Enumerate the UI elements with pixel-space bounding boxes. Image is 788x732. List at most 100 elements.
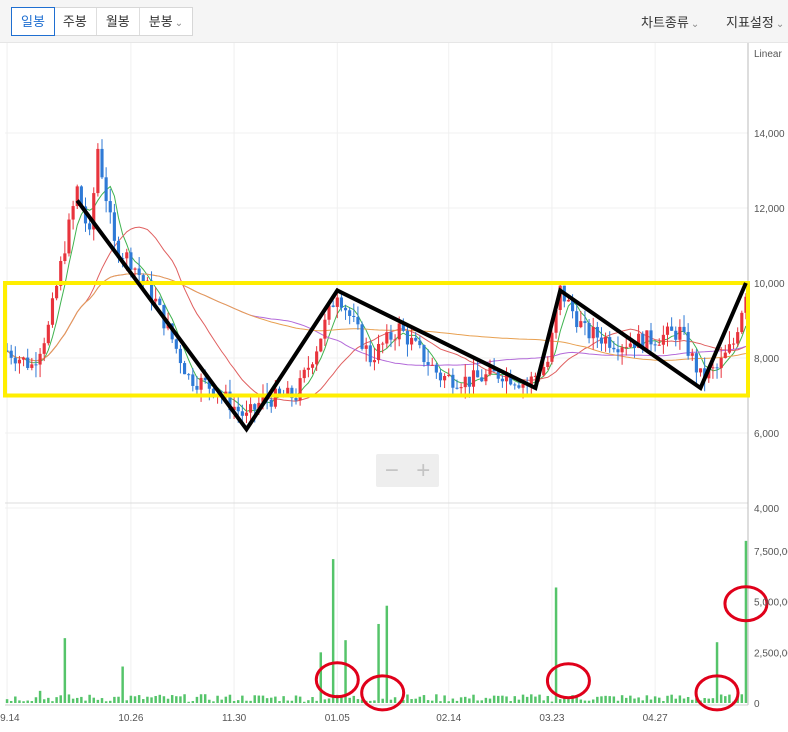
volume-bar (195, 696, 199, 703)
volume-bar (290, 700, 294, 703)
candle-body (694, 353, 698, 373)
volume-bar (327, 698, 331, 703)
volume-bar (146, 696, 149, 703)
candle-body (517, 385, 521, 388)
candle (17, 355, 22, 374)
volume-bar (232, 701, 236, 703)
chart-type-dropdown[interactable]: 차트종류 ⌄ (641, 12, 699, 31)
candle-body (50, 298, 55, 325)
volume-bar (612, 696, 616, 703)
candle-body (376, 343, 381, 361)
candle-body (645, 330, 649, 350)
tab-weekly[interactable]: 주봉 (54, 8, 97, 35)
volume-bar (393, 697, 397, 703)
candle (583, 310, 587, 336)
candle-body (178, 348, 182, 364)
candle (319, 338, 323, 353)
price-tick-label: 10,000 (754, 279, 785, 290)
volume-bar (228, 694, 232, 703)
candle-body (182, 363, 187, 375)
indicator-settings-dropdown[interactable]: 지표설정 ⌄ (726, 12, 784, 31)
volume-bar (624, 697, 628, 703)
volume-bar (191, 701, 195, 703)
volume-bar (55, 697, 58, 703)
volume-bar (278, 701, 281, 703)
candle-body (496, 371, 500, 379)
volume-bar (666, 695, 669, 703)
candle (228, 379, 232, 419)
candle-body (348, 310, 352, 316)
candle-body (389, 332, 393, 340)
tab-monthly[interactable]: 월봉 (97, 8, 140, 35)
candle-body (277, 388, 282, 395)
volume-bar (604, 695, 607, 703)
candle-body (604, 337, 608, 344)
candle (645, 330, 649, 350)
stock-chart[interactable]: Linear 4,000 6,000 8,000 10,000 12,000 14,000 0… (0, 43, 788, 727)
candle-body (443, 375, 447, 381)
candle-body (649, 330, 653, 345)
volume-bar (51, 701, 54, 703)
tab-minute[interactable]: 분봉 ⌄ (140, 8, 192, 35)
volume-bar (385, 605, 389, 703)
zoom-in-button[interactable]: + (408, 454, 440, 487)
candle-body (9, 350, 13, 358)
volume-bar (443, 695, 446, 703)
volume-bar (505, 696, 508, 703)
candle-body (686, 331, 690, 356)
candle-body (306, 367, 310, 370)
chevron-down-icon: ⌄ (775, 19, 785, 30)
candle (513, 382, 517, 390)
volume-bar (674, 698, 678, 703)
candle-body (34, 364, 38, 366)
volume-bar (728, 694, 731, 703)
volume-bar (236, 700, 240, 703)
candle (38, 348, 42, 378)
volume-bar (414, 698, 417, 703)
candle (71, 200, 75, 230)
chart-canvas[interactable]: Linear 4,000 6,000 8,000 10,000 12,000 14,000 0… (0, 43, 788, 727)
candle (723, 344, 727, 359)
ma5-line (6, 185, 747, 412)
candle (67, 213, 71, 257)
volume-bar (381, 698, 384, 703)
candle-body (104, 177, 108, 202)
candle (393, 334, 397, 351)
candle-body (17, 359, 22, 364)
candle (451, 368, 455, 394)
candle (298, 370, 302, 406)
volume-bar (203, 694, 207, 703)
chevron-down-icon: ⌄ (174, 18, 184, 29)
volume-bar (633, 698, 636, 703)
volume-bar (261, 695, 265, 703)
volume-bar (501, 695, 504, 703)
candle-body (513, 384, 517, 386)
period-tabs: 일봉 주봉 월봉 분봉 ⌄ (11, 7, 194, 36)
volume-bar (187, 701, 190, 703)
volume-bar (620, 695, 624, 703)
zoom-out-button[interactable]: − (376, 454, 408, 487)
volume-bar (707, 698, 711, 703)
volume-bar (649, 699, 653, 703)
volume-bar (22, 701, 25, 703)
candle (306, 356, 310, 378)
tab-daily[interactable]: 일봉 (11, 7, 55, 36)
volume-bar (596, 696, 599, 703)
volume-bar (133, 696, 137, 703)
candle-body (125, 252, 129, 259)
candle (50, 292, 55, 328)
candle-body (364, 345, 368, 349)
candle-body (191, 374, 195, 386)
candle-body (187, 374, 191, 376)
volume-bar (410, 699, 413, 703)
volume-bar (63, 638, 67, 703)
candle (269, 394, 273, 413)
volume-bar (319, 652, 323, 703)
candle-body (397, 323, 401, 340)
volume-bar (18, 700, 21, 703)
candle-body (711, 367, 715, 369)
price-tick-label: 6,000 (754, 429, 779, 440)
chart-toolbar: 일봉 주봉 월봉 분봉 ⌄ 차트종류 ⌄ 지표설정 ⌄ (0, 0, 788, 43)
candle (595, 321, 599, 348)
volume-bar (340, 697, 343, 703)
